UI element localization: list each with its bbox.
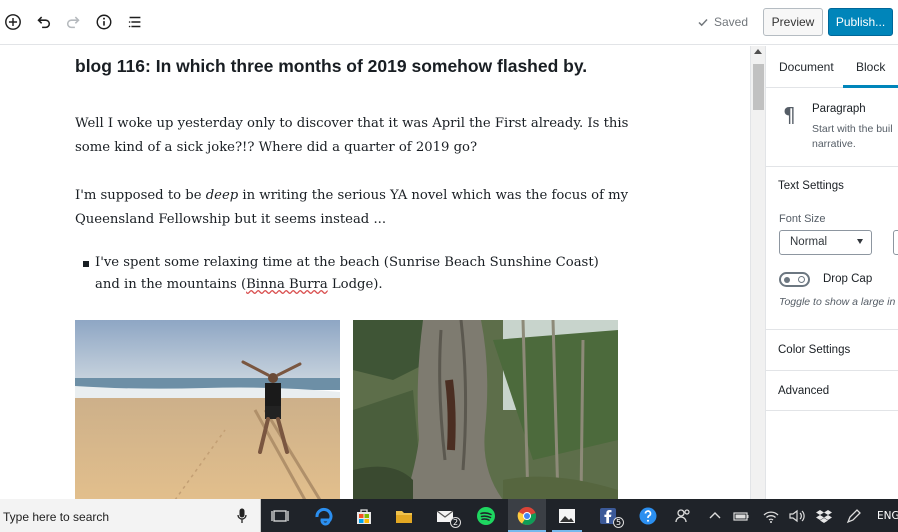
sidebar-tabs: Document Block	[766, 46, 898, 88]
mail-badge: 2	[450, 517, 461, 528]
bullet-icon	[83, 261, 89, 267]
block-name: Paragraph	[812, 103, 866, 115]
list-item[interactable]: I've spent some relaxing time at the bea…	[95, 252, 625, 296]
paragraph-text: I'm supposed to be	[75, 188, 206, 203]
block-description-line: narrative.	[812, 138, 856, 150]
editor-scrollbar[interactable]	[750, 46, 765, 499]
store-icon[interactable]	[352, 504, 376, 528]
divider	[766, 370, 898, 371]
language-indicator[interactable]: ENG	[877, 510, 898, 522]
block-description-line: Start with the buil	[812, 123, 893, 135]
search-placeholder: Type here to search	[3, 510, 110, 524]
scroll-thumb[interactable]	[753, 64, 764, 110]
divider	[766, 329, 898, 330]
paragraph-emphasis: deep	[205, 188, 239, 203]
tab-block[interactable]: Block	[856, 60, 885, 74]
taskbar-search-input[interactable]: Type here to search	[0, 499, 261, 532]
chrome-icon[interactable]	[515, 504, 539, 528]
tab-document[interactable]: Document	[779, 60, 834, 74]
task-view-icon[interactable]	[268, 504, 292, 528]
text-settings-panel-toggle[interactable]: Text Settings	[778, 180, 844, 192]
paragraph-icon: ¶	[783, 103, 796, 127]
show-hidden-icons-chevron-icon[interactable]	[705, 504, 725, 528]
editor-canvas: blog 116: In which three months of 2019 …	[0, 46, 750, 499]
facebook-badge: 5	[613, 517, 624, 528]
divider	[766, 166, 898, 167]
outline-icon[interactable]	[124, 11, 146, 33]
people-icon[interactable]	[671, 504, 695, 528]
forest-photo[interactable]	[353, 320, 618, 499]
saved-label: Saved	[714, 15, 749, 29]
file-explorer-icon[interactable]	[392, 504, 416, 528]
active-tab-indicator	[843, 85, 898, 88]
add-block-icon[interactable]	[2, 11, 24, 33]
drop-cap-help: Toggle to show a large in	[779, 296, 896, 308]
paragraph-block[interactable]: Well I woke up yesterday only to discove…	[75, 112, 635, 160]
color-settings-panel-toggle[interactable]: Color Settings	[778, 344, 850, 356]
toggle-off-indicator	[798, 276, 805, 283]
list-item-text: Lodge).	[327, 277, 383, 292]
toggle-knob	[784, 276, 790, 283]
redo-icon[interactable]	[63, 11, 85, 33]
battery-icon[interactable]	[731, 504, 751, 528]
caret-down-icon	[857, 239, 863, 244]
edge-browser-icon[interactable]	[312, 504, 336, 528]
help-icon[interactable]	[636, 504, 660, 528]
paragraph-block[interactable]: I'm supposed to be deep in writing the s…	[75, 184, 635, 232]
dropbox-icon[interactable]	[814, 504, 834, 528]
block-description: Start with the buil narrative.	[812, 122, 898, 152]
divider	[766, 410, 898, 411]
windows-taskbar: Type here to search 2 5 ENG	[0, 499, 898, 532]
preview-button[interactable]: Preview	[763, 8, 823, 36]
undo-icon[interactable]	[32, 11, 54, 33]
info-icon[interactable]	[93, 11, 115, 33]
saved-status: Saved	[697, 15, 748, 29]
spotify-icon[interactable]	[474, 504, 498, 528]
microphone-icon[interactable]	[237, 508, 247, 524]
pen-icon[interactable]	[844, 504, 864, 528]
wifi-icon[interactable]	[761, 504, 781, 528]
drop-cap-toggle[interactable]	[779, 272, 810, 287]
check-icon	[698, 18, 708, 27]
scroll-up-arrow-icon[interactable]	[754, 49, 762, 54]
settings-sidebar: Document Block ¶ Paragraph Start with th…	[765, 46, 898, 499]
post-title[interactable]: blog 116: In which three months of 2019 …	[75, 56, 635, 77]
editor-toolbar: Saved Preview Publish...	[0, 0, 898, 45]
misspelled-word[interactable]: Binna Burra	[246, 277, 328, 292]
font-size-value: Normal	[790, 236, 828, 248]
font-size-select[interactable]: Normal	[779, 230, 872, 255]
advanced-panel-toggle[interactable]: Advanced	[778, 385, 829, 397]
beach-photo[interactable]	[75, 320, 340, 499]
photos-icon[interactable]	[555, 504, 579, 528]
font-size-custom-input[interactable]	[893, 230, 898, 255]
publish-button[interactable]: Publish...	[828, 8, 893, 36]
volume-icon[interactable]	[787, 504, 807, 528]
font-size-label: Font Size	[779, 213, 826, 225]
drop-cap-label: Drop Cap	[823, 273, 873, 285]
